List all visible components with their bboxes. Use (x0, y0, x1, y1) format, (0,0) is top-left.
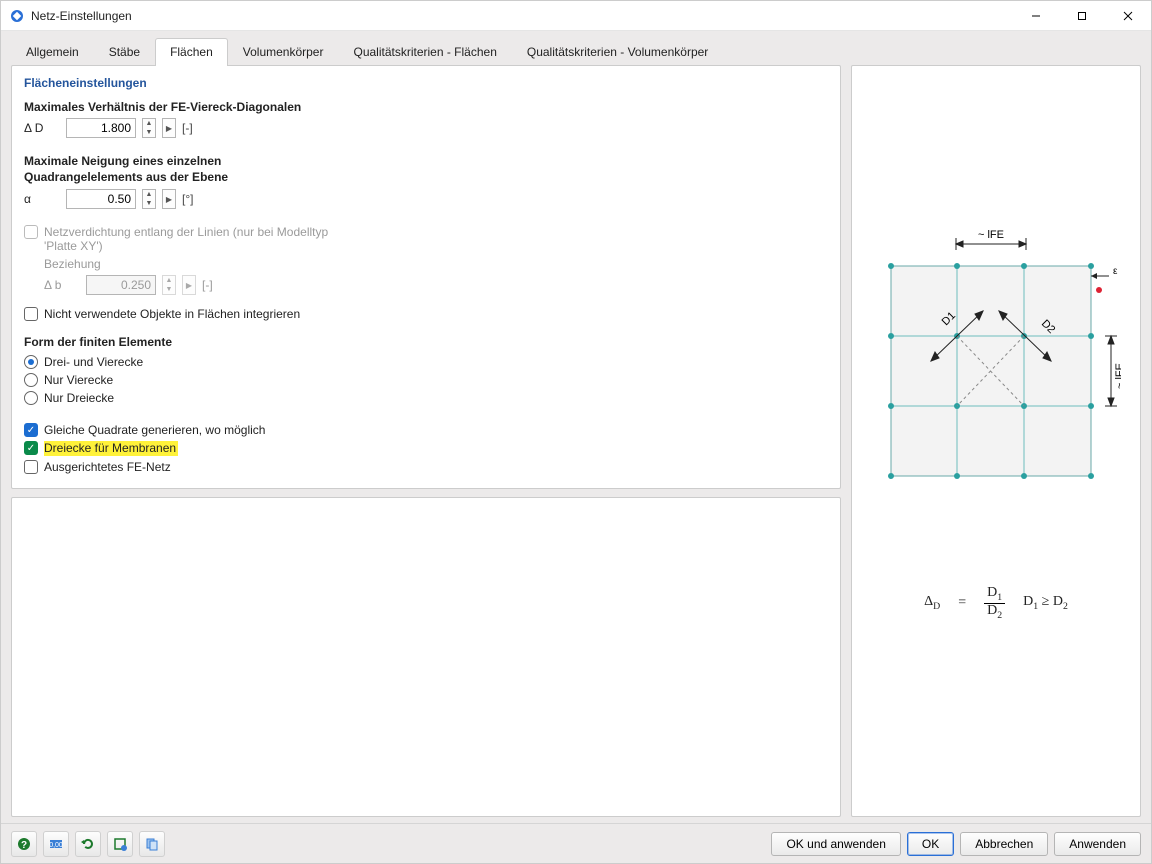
close-button[interactable] (1105, 1, 1151, 31)
relation-symbol: Δ b (44, 278, 80, 292)
tabstrip: Allgemein Stäbe Flächen Volumenkörper Qu… (7, 37, 1145, 65)
triangles-membranes-label: Dreiecke für Membranen (44, 441, 178, 456)
svg-text:0,00: 0,00 (49, 842, 63, 849)
equal-squares-checkbox[interactable]: ✓ (24, 423, 38, 437)
ratio-spinner[interactable]: ▲▼ (142, 118, 156, 138)
equal-squares-label: Gleiche Quadrate generieren, wo möglich (44, 423, 265, 437)
integrate-unused-label: Nicht verwendete Objekte in Flächen inte… (44, 307, 300, 321)
bottom-toolbar: ? 0,00 OK und anwenden OK Abbrechen Anwe… (1, 823, 1151, 863)
shape-radio-tri-quad[interactable] (24, 355, 38, 369)
ok-button[interactable]: OK (907, 832, 954, 856)
tab-allgemein[interactable]: Allgemein (11, 38, 94, 66)
shape-radio-tri[interactable] (24, 391, 38, 405)
incl-label: Maximale Neigung eines einzelnen Quadran… (24, 154, 828, 185)
maximize-button[interactable] (1059, 1, 1105, 31)
titlebar: Netz-Einstellungen (1, 1, 1151, 31)
mapped-mesh-label: Ausgerichtetes FE-Netz (44, 460, 171, 474)
units-icon[interactable]: 0,00 (43, 831, 69, 857)
ratio-input[interactable] (66, 118, 136, 138)
ratio-unit: [-] (182, 121, 193, 135)
relation-spinner: ▲▼ (162, 275, 176, 295)
incl-menu-button[interactable]: ▶ (162, 189, 176, 209)
integrate-unused-checkbox[interactable] (24, 307, 38, 321)
mesh-diagram: ~ lFE (871, 226, 1121, 546)
ok-and-apply-button[interactable]: OK und anwenden (771, 832, 900, 856)
incl-input[interactable] (66, 189, 136, 209)
svg-text:~ lFE: ~ lFE (1114, 363, 1121, 389)
svg-text:ε: ε (1113, 266, 1118, 277)
tab-staebe[interactable]: Stäbe (94, 38, 155, 66)
tab-flaechen[interactable]: Flächen (155, 38, 228, 66)
svg-text:~ lFE: ~ lFE (978, 229, 1004, 241)
refine-lines-checkbox (24, 225, 38, 239)
incl-spinner[interactable]: ▲▼ (142, 189, 156, 209)
tab-qk-volumenkoerper[interactable]: Qualitätskriterien - Volumenkörper (512, 38, 723, 66)
minimize-button[interactable] (1013, 1, 1059, 31)
relation-menu-button: ▶ (182, 275, 196, 295)
shape-heading: Form der finiten Elemente (24, 335, 828, 349)
section-heading: Flächeneinstellungen (24, 76, 828, 90)
refine-lines-label: Netzverdichtung entlang der Linien (nur … (44, 225, 344, 253)
relation-label: Beziehung (44, 257, 828, 271)
help-icon[interactable]: ? (11, 831, 37, 857)
tab-volumenkoerper[interactable]: Volumenkörper (228, 38, 339, 66)
app-icon (9, 8, 25, 24)
mapped-mesh-checkbox[interactable] (24, 460, 38, 474)
relation-unit: [-] (202, 278, 213, 292)
ratio-symbol: Δ D (24, 121, 60, 135)
settings-icon[interactable] (107, 831, 133, 857)
window-title: Netz-Einstellungen (31, 9, 132, 23)
tab-qk-flaechen[interactable]: Qualitätskriterien - Flächen (338, 38, 511, 66)
refresh-icon[interactable] (75, 831, 101, 857)
diagram-panel: ~ lFE (851, 65, 1141, 817)
triangles-membranes-checkbox[interactable]: ✓ (24, 441, 38, 455)
ratio-label: Maximales Verhältnis der FE-Viereck-Diag… (24, 100, 828, 114)
relation-input (86, 275, 156, 295)
ratio-menu-button[interactable]: ▶ (162, 118, 176, 138)
svg-text:?: ? (21, 840, 27, 851)
copy-icon[interactable] (139, 831, 165, 857)
surface-settings-panel: Flächeneinstellungen Maximales Verhältni… (11, 65, 841, 489)
cancel-button[interactable]: Abbrechen (960, 832, 1048, 856)
shape-radio-quad[interactable] (24, 373, 38, 387)
lower-blank-panel (11, 497, 841, 817)
incl-unit: [°] (182, 192, 193, 206)
incl-symbol: α (24, 192, 60, 206)
formula: ΔD = D1D2 D1 ≥ D2 (924, 586, 1068, 620)
apply-button[interactable]: Anwenden (1054, 832, 1141, 856)
